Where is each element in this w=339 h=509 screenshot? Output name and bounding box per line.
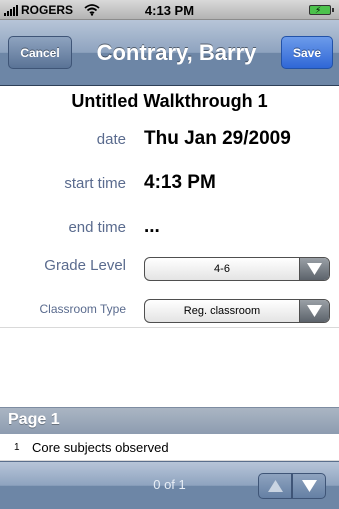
grade-level-row: Grade Level 4-6 <box>0 248 339 286</box>
start-time-row[interactable]: start time 4:13 PM <box>0 166 339 204</box>
status-time: 4:13 PM <box>144 3 195 18</box>
bottom-toolbar: 0 of 1 <box>0 461 339 509</box>
status-bar: ROGERS 4:13 PM ⚡ <box>0 0 339 20</box>
arrow-down-icon <box>302 480 317 492</box>
grade-level-value: 4-6 <box>214 263 230 275</box>
classroom-type-row: Classroom Type Reg. classroom <box>0 290 339 328</box>
start-time-label: start time <box>64 175 126 192</box>
classroom-type-select[interactable]: Reg. classroom <box>144 299 330 323</box>
item-label: Core subjects observed <box>32 440 169 455</box>
classroom-type-value: Reg. classroom <box>183 305 261 317</box>
end-time-row[interactable]: end time ... <box>0 210 339 248</box>
walkthrough-title[interactable]: Untitled Walkthrough 1 <box>0 87 339 115</box>
chevron-down-icon[interactable] <box>299 258 329 280</box>
list-item[interactable]: 1 Core subjects observed <box>0 434 339 461</box>
start-time-value[interactable]: 4:13 PM <box>144 172 216 194</box>
classroom-type-label: Classroom Type <box>39 302 126 316</box>
cancel-button[interactable]: Cancel <box>8 36 72 69</box>
date-label: date <box>96 131 126 148</box>
battery-icon: ⚡ <box>309 5 334 15</box>
next-button[interactable] <box>292 473 326 499</box>
item-number: 1 <box>14 442 20 453</box>
section-title: Page 1 <box>8 411 60 428</box>
chevron-down-icon[interactable] <box>299 300 329 322</box>
section-header: Page 1 <box>0 407 339 434</box>
grade-level-select[interactable]: 4-6 <box>144 257 330 281</box>
grade-level-label: Grade Level <box>44 257 126 274</box>
navigation-bar: Cancel Contrary, Barry Save <box>0 20 339 86</box>
date-value[interactable]: Thu Jan 29/2009 <box>144 128 291 150</box>
nav-title: Contrary, Barry <box>96 40 257 65</box>
previous-button[interactable] <box>258 473 292 499</box>
end-time-label: end time <box>68 219 126 236</box>
end-time-value[interactable]: ... <box>144 216 160 238</box>
arrow-up-icon <box>268 480 283 492</box>
save-button[interactable]: Save <box>281 36 333 69</box>
date-row[interactable]: date Thu Jan 29/2009 <box>0 122 339 160</box>
